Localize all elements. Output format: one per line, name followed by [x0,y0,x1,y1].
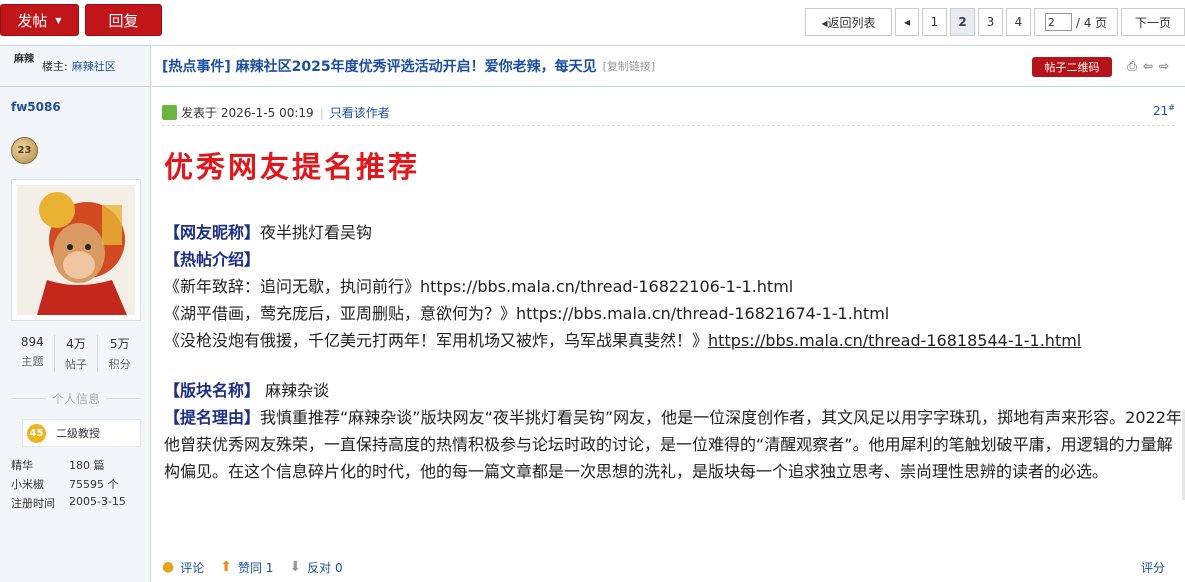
online-user-icon [162,105,177,120]
author-sidebar: 麻辣 楼主: 麻辣社区 fw5086 23 894 主题 4万 帖子 5万 积分 [0,45,151,582]
post-main: [热点事件] 麻辣社区2025年度优秀评选活动开启！爱你老辣，每天见 [复制链接… [152,45,1185,582]
stat-posts[interactable]: 4万 帖子 [55,335,99,372]
next-thread-icon[interactable]: ⇨ [1159,59,1169,74]
board-line: 【版块名称】 麻辣杂谈 [164,381,330,400]
page-3[interactable]: 3 [978,8,1003,36]
thread-title[interactable]: [热点事件] 麻辣社区2025年度优秀评选活动开启！爱你老辣，每天见 [162,56,597,76]
top-toolbar: 发帖 ▼ 回复 ◂返回列表 ◂ 1 2 3 4 2 / 4 页 下一页 [0,0,1185,44]
op-header: 麻辣 楼主: 麻辣社区 [0,45,150,87]
comment-button[interactable]: ● 评论 [162,559,204,576]
site-logo: 麻辣 [14,54,34,65]
post-heading: 优秀网友提名推荐 [164,150,421,184]
floor-number[interactable]: 21# [1153,103,1175,118]
avatar-image [17,185,135,315]
prev-thread-icon[interactable]: ⇦ [1143,59,1153,74]
op-name-link[interactable]: 麻辣社区 [72,58,116,74]
page-1[interactable]: 1 [922,8,947,36]
rate-button[interactable]: 评分 [1141,559,1165,576]
thumbs-up-icon: ⬆ [220,559,232,575]
nickname-line: 【网友昵称】夜半挑灯看吴钩 [164,223,373,242]
new-post-button[interactable]: 发帖 ▼ [0,4,79,36]
kv-essence: 精华 180 篇 [11,459,105,472]
back-to-list-button[interactable]: ◂返回列表 [805,8,892,36]
stat-points[interactable]: 5万 积分 [98,335,141,372]
comment-icon: ● [162,559,175,575]
kv-pepper: 小米椒 75595 个 [11,478,119,491]
thumbs-down-icon: ⬇ [289,559,302,575]
reply-button[interactable]: 回复 [85,4,162,36]
medal-icon: 23 [11,137,38,164]
pagination: ◂返回列表 ◂ 1 2 3 4 2 / 4 页 下一页 [805,8,1185,37]
page-jump-input[interactable]: 2 [1044,13,1072,31]
post-body: 优秀网友提名推荐 【网友昵称】夜半挑灯看吴钩 【热帖介绍】 《新年致辞：追问无歇… [164,145,1185,485]
chevron-down-icon: ▼ [55,15,62,25]
avatar[interactable] [11,179,141,321]
kv-register-date: 注册时间 2005-3-15 [11,495,126,510]
next-page-button[interactable]: 下一页 [1121,8,1185,36]
prev-page-icon[interactable]: ◂ [895,8,919,36]
page-4[interactable]: 4 [1006,8,1031,36]
hot-link-3[interactable]: 《没枪没炮有俄援，千亿美元打两年！军用机场又被炸，乌军战果真斐然！》https:… [164,327,1185,354]
posted-at: 发表于 2026-1-5 00:19 [181,106,314,120]
author-stats: 894 主题 4万 帖子 5万 积分 [11,335,141,372]
hot-post-label: 【热帖介绍】 [164,250,261,269]
page-jump: 2 / 4 页 [1034,8,1118,36]
copy-link[interactable]: [复制链接] [603,58,656,74]
post-meta: 发表于 2026-1-5 00:19 | 只看该作者 21# [162,100,1175,126]
dislike-button[interactable]: ⬇ 反对 0 [289,559,342,576]
level-badge-icon: 45 [27,423,46,443]
page-total: / 4 页 [1075,15,1108,30]
page-current[interactable]: 2 [950,8,975,36]
only-author-link[interactable]: 只看该作者 [330,104,390,121]
post-actions: ● 评论 ⬆ 赞同 1 ⬇ 反对 0 评分 [162,555,1185,579]
stat-threads[interactable]: 894 主题 [11,335,55,372]
profile-section-title: 个人信息 [11,390,142,407]
hot-link-1[interactable]: 《新年致辞：追问无歇，执问前行》https://bbs.mala.cn/thre… [164,273,1185,300]
level-name: 二级教授 [56,427,100,440]
print-icon[interactable]: ⎙ [1127,59,1137,74]
op-prefix: 楼主: [42,60,68,73]
like-button[interactable]: ⬆ 赞同 1 [220,559,273,576]
author-name[interactable]: fw5086 [11,100,61,114]
thread-title-bar: [热点事件] 麻辣社区2025年度优秀评选活动开启！爱你老辣，每天见 [复制链接… [152,45,1185,87]
reason-paragraph: 【提名理由】我慎重推荐“麻辣杂谈”版块网友“夜半挑灯看吴钩”网友，他是一位深度创… [164,408,1182,481]
hot-link-2[interactable]: 《湖平借画，莺充庞后，亚周删贴，意欲何为？》https://bbs.mala.c… [164,300,1185,327]
thread-tools: ⎙ ⇦ ⇨ [1127,59,1169,74]
new-post-label: 发帖 [17,11,48,30]
user-level: 45 二级教授 [22,419,141,447]
qr-code-button[interactable]: 帖子二维码 [1032,57,1112,77]
